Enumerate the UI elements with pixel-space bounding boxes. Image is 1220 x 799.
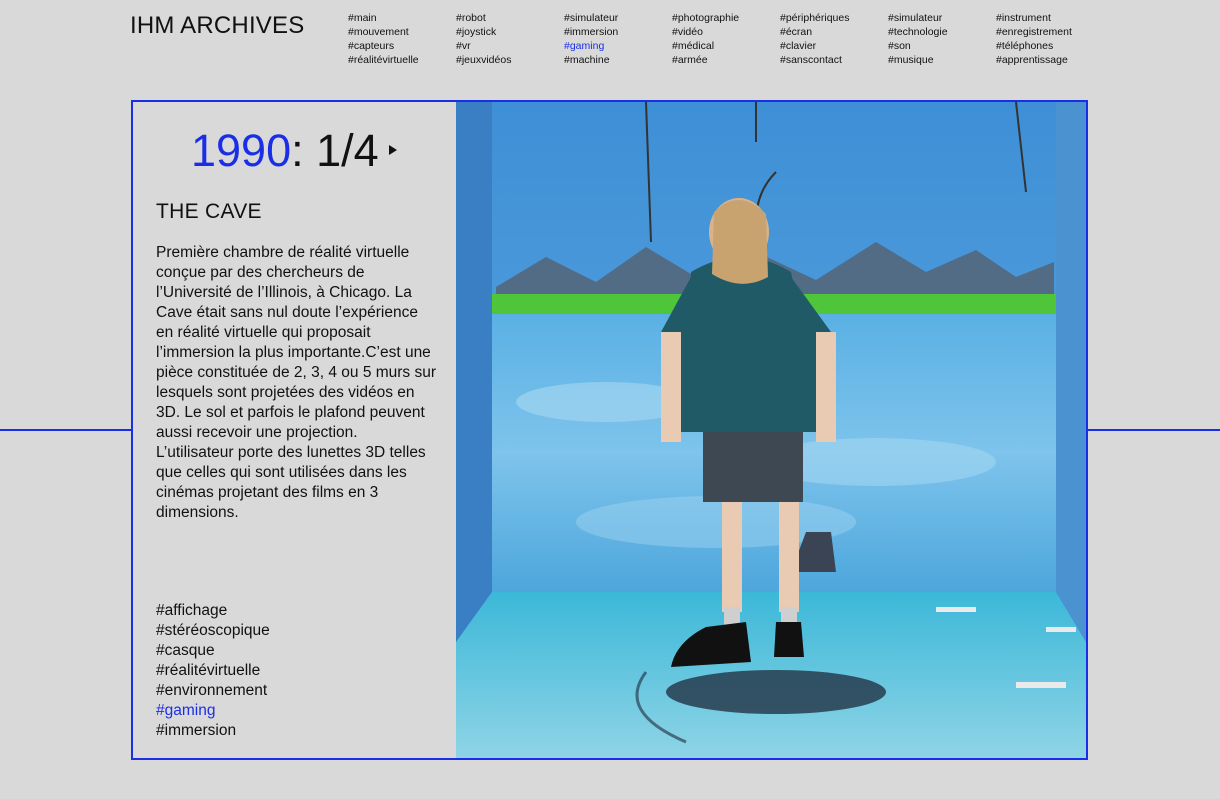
- nav-tag[interactable]: #clavier: [780, 39, 888, 53]
- entry-index: : 1/4: [291, 125, 379, 176]
- nav-tag[interactable]: #jeuxvidéos: [456, 53, 564, 67]
- site-logo[interactable]: IHM ARCHIVES: [130, 12, 304, 40]
- entry-tag[interactable]: #réalitévirtuelle: [156, 661, 270, 681]
- entry-tag[interactable]: #gaming: [156, 701, 270, 721]
- entry-tag[interactable]: #immersion: [156, 721, 270, 741]
- nav-tag[interactable]: #réalitévirtuelle: [348, 53, 456, 67]
- entry-info-panel: 1990: 1/4 THE CAVE Première chambre de r…: [133, 102, 456, 758]
- nav-tag[interactable]: #photographie: [672, 11, 780, 25]
- nav-tag[interactable]: #écran: [780, 25, 888, 39]
- entry-photo: [456, 102, 1086, 758]
- nav-tag[interactable]: #mouvement: [348, 25, 456, 39]
- next-arrow-icon[interactable]: [388, 145, 397, 156]
- archive-entry-card: 1990: 1/4 THE CAVE Première chambre de r…: [131, 100, 1088, 760]
- entry-year[interactable]: 1990: [191, 125, 291, 176]
- nav-tag[interactable]: #simulateur: [564, 11, 672, 25]
- timeline-line-right: [1086, 429, 1220, 431]
- tag-navigation: #main #robot #simulateur #photographie #péri…: [348, 11, 1104, 67]
- nav-tag[interactable]: #machine: [564, 53, 672, 67]
- entry-tag[interactable]: #affichage: [156, 601, 270, 621]
- nav-tag[interactable]: #immersion: [564, 25, 672, 39]
- nav-tag[interactable]: #son: [888, 39, 996, 53]
- nav-tag[interactable]: #enregistrement: [996, 25, 1104, 39]
- entry-counter: 1990: 1/4: [191, 124, 397, 178]
- nav-tag[interactable]: #vr: [456, 39, 564, 53]
- nav-tag[interactable]: #capteurs: [348, 39, 456, 53]
- nav-tag[interactable]: #simulateur: [888, 11, 996, 25]
- entry-tag[interactable]: #stéréoscopique: [156, 621, 270, 641]
- nav-tag[interactable]: #musique: [888, 53, 996, 67]
- entry-tag[interactable]: #casque: [156, 641, 270, 661]
- nav-tag[interactable]: #médical: [672, 39, 780, 53]
- entry-title: THE CAVE: [156, 200, 262, 223]
- timeline-line-left: [0, 429, 133, 431]
- nav-tag[interactable]: #gaming: [564, 39, 672, 53]
- nav-tag[interactable]: #joystick: [456, 25, 564, 39]
- nav-tag[interactable]: #main: [348, 11, 456, 25]
- nav-tag[interactable]: #technologie: [888, 25, 996, 39]
- nav-tag[interactable]: #instrument: [996, 11, 1104, 25]
- nav-tag[interactable]: #sanscontact: [780, 53, 888, 67]
- nav-tag[interactable]: #périphériques: [780, 11, 888, 25]
- entry-description: Première chambre de réalité virtuelle co…: [156, 244, 437, 521]
- nav-tag[interactable]: #armée: [672, 53, 780, 67]
- nav-tag[interactable]: #robot: [456, 11, 564, 25]
- nav-tag[interactable]: #vidéo: [672, 25, 780, 39]
- nav-tag[interactable]: #apprentissage: [996, 53, 1104, 67]
- entry-tag[interactable]: #environnement: [156, 681, 270, 701]
- nav-tag[interactable]: #téléphones: [996, 39, 1104, 53]
- entry-tag-list: #affichage #stéréoscopique #casque #réalité…: [156, 601, 270, 741]
